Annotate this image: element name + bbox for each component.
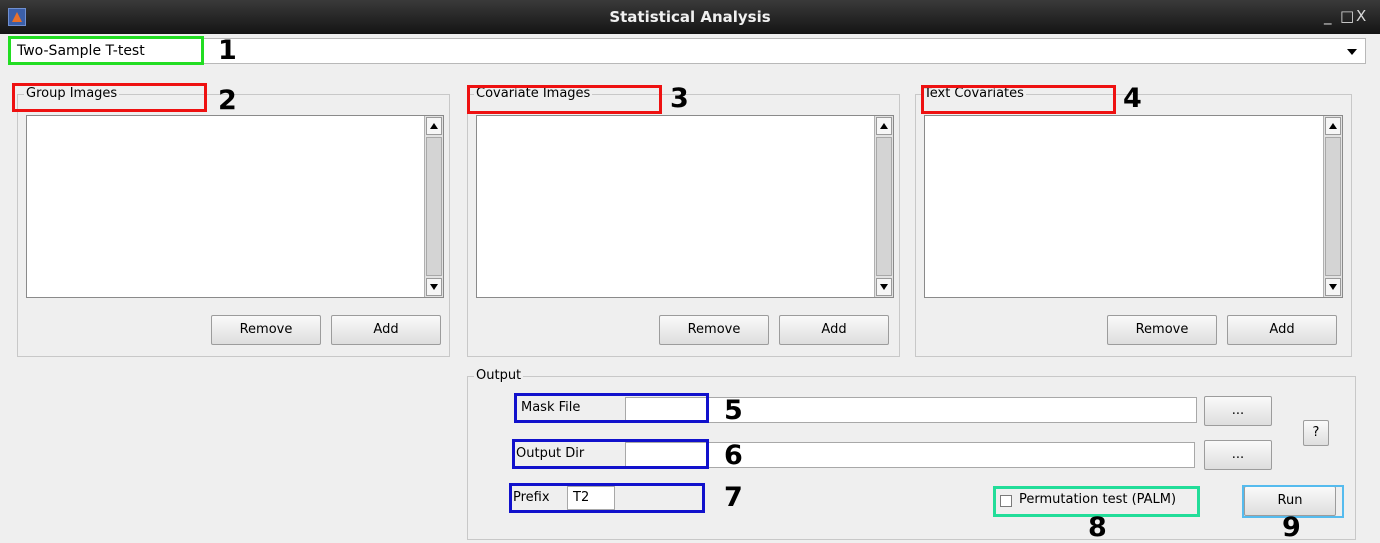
annotation-number-2: 2 [218, 85, 237, 116]
annotation-number-9: 9 [1282, 512, 1301, 543]
chevron-down-icon[interactable] [1347, 49, 1357, 55]
scroll-thumb[interactable] [876, 137, 892, 276]
annotation-number-6: 6 [724, 440, 743, 471]
annotation-number-8: 8 [1088, 512, 1107, 543]
scroll-up-icon[interactable] [1325, 117, 1341, 135]
text-covariates-remove-button[interactable]: Remove [1107, 315, 1217, 345]
mask-file-browse-button[interactable]: ... [1204, 396, 1272, 426]
scroll-down-icon[interactable] [426, 278, 442, 296]
mask-file-input[interactable] [625, 397, 1197, 423]
group-images-panel: Group Images Remove Add [17, 86, 450, 357]
scroll-thumb[interactable] [1325, 137, 1341, 276]
analysis-type-dropdown[interactable]: Two-Sample T-test [8, 38, 1366, 64]
text-covariates-list[interactable] [924, 115, 1343, 298]
scroll-up-icon[interactable] [426, 117, 442, 135]
prefix-label: Prefix [513, 490, 550, 505]
group-images-scrollbar[interactable] [424, 116, 443, 297]
window-title: Statistical Analysis [609, 8, 771, 26]
dialog-body: Two-Sample T-test Group Images Remove Ad… [0, 34, 1380, 543]
covariate-images-panel: Covariate Images Remove Add [467, 86, 900, 357]
scroll-up-icon[interactable] [876, 117, 892, 135]
covariate-images-scrollbar[interactable] [874, 116, 893, 297]
annotation-number-7: 7 [724, 482, 743, 513]
group-images-add-button[interactable]: Add [331, 315, 441, 345]
covariate-images-list[interactable] [476, 115, 894, 298]
analysis-type-value: Two-Sample T-test [17, 43, 145, 59]
scroll-down-icon[interactable] [876, 278, 892, 296]
text-covariates-legend: Text Covariates [922, 86, 1026, 102]
title-bar: Statistical Analysis _ □ X [0, 0, 1380, 34]
close-icon[interactable]: X [1356, 7, 1366, 25]
group-images-legend: Group Images [24, 86, 120, 102]
text-covariates-panel: Text Covariates Remove Add [915, 86, 1352, 357]
annotation-number-1: 1 [218, 35, 237, 66]
mask-file-label: Mask File [521, 400, 581, 415]
permutation-test-checkbox[interactable] [1000, 495, 1012, 507]
annotation-number-3: 3 [670, 83, 689, 114]
output-legend: Output [474, 368, 524, 384]
output-dir-label: Output Dir [516, 446, 585, 461]
output-dir-input[interactable] [625, 442, 1195, 468]
covariate-images-legend: Covariate Images [474, 86, 593, 102]
text-covariates-scrollbar[interactable] [1323, 116, 1342, 297]
covariate-images-remove-button[interactable]: Remove [659, 315, 769, 345]
output-dir-browse-button[interactable]: ... [1204, 440, 1272, 470]
help-button[interactable]: ? [1303, 420, 1329, 446]
prefix-input[interactable]: T2 [567, 486, 615, 510]
scroll-down-icon[interactable] [1325, 278, 1341, 296]
scroll-thumb[interactable] [426, 137, 442, 276]
annotation-number-4: 4 [1123, 83, 1142, 114]
minimize-icon[interactable]: _ [1324, 7, 1332, 25]
covariate-images-add-button[interactable]: Add [779, 315, 889, 345]
annotation-number-5: 5 [724, 395, 743, 426]
group-images-remove-button[interactable]: Remove [211, 315, 321, 345]
group-images-list[interactable] [26, 115, 444, 298]
permutation-test-label: Permutation test (PALM) [1019, 492, 1177, 507]
text-covariates-add-button[interactable]: Add [1227, 315, 1337, 345]
maximize-icon[interactable]: □ [1340, 7, 1354, 25]
